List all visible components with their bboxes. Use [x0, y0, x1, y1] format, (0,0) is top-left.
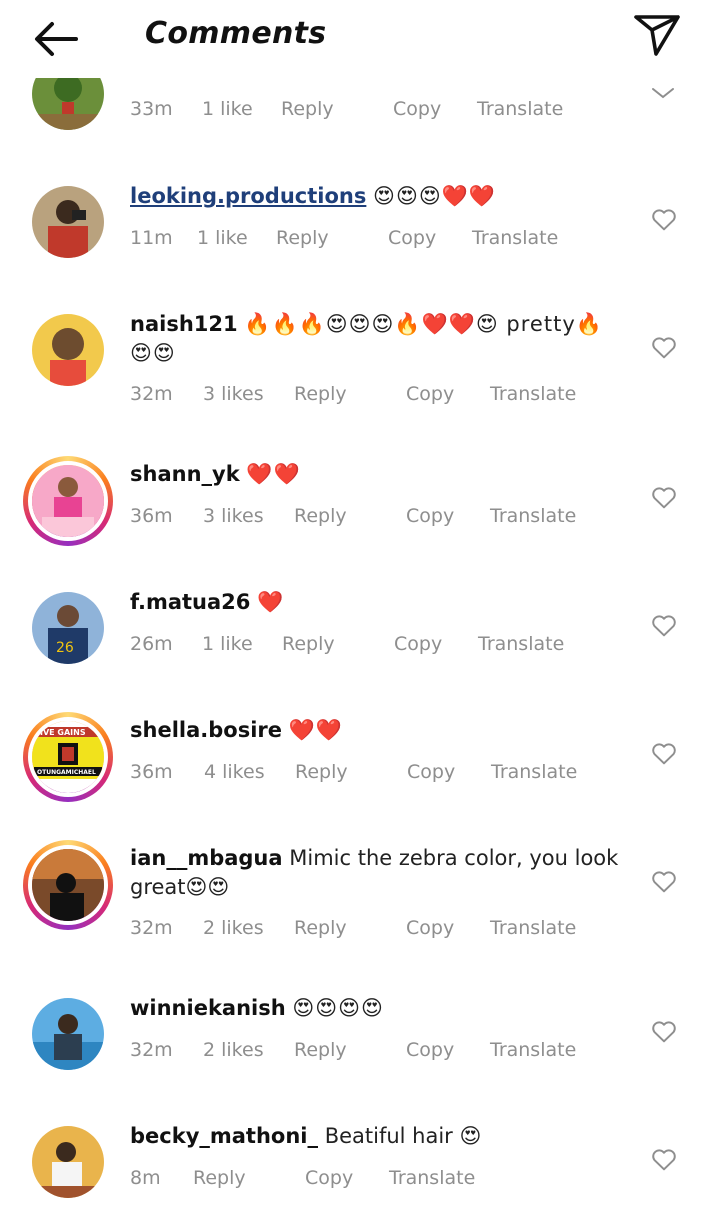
comment-username[interactable]: f.matua26	[130, 590, 250, 614]
avatar[interactable]	[32, 314, 104, 386]
heart-icon[interactable]	[651, 1147, 677, 1171]
chevron-down-icon[interactable]	[650, 86, 676, 100]
comment-item: becky_mathoni_ Beatiful hair 😍 8m Reply …	[0, 1120, 720, 1220]
copy-button[interactable]: Copy	[406, 1039, 454, 1061]
comment-time: 33m	[130, 98, 173, 120]
comment-username[interactable]: shann_yk	[130, 462, 240, 486]
comment-likes[interactable]: 3 likes	[203, 383, 264, 405]
comment-body: 😍😍😍😍	[292, 996, 384, 1020]
avatar[interactable]	[32, 998, 104, 1070]
comment-likes[interactable]: 2 likes	[203, 917, 264, 939]
translate-button[interactable]: Translate	[478, 633, 564, 655]
comment-item: 26 f.matua26 ❤️ 26m 1 like Reply Copy Tr…	[0, 586, 720, 686]
copy-button[interactable]: Copy	[393, 98, 441, 120]
comment-item: leoking.productions 😍😍😍❤️❤️ 11m 1 like R…	[0, 180, 720, 280]
comment-time: 32m	[130, 383, 173, 405]
copy-button[interactable]: Copy	[394, 633, 442, 655]
comment-likes[interactable]: 2 likes	[203, 1039, 264, 1061]
translate-button[interactable]: Translate	[389, 1167, 475, 1189]
avatar[interactable]	[32, 1126, 104, 1198]
avatar[interactable]: 26	[32, 592, 104, 664]
avatar[interactable]	[32, 186, 104, 258]
heart-icon[interactable]	[651, 869, 677, 893]
comment-time: 32m	[130, 917, 173, 939]
copy-button[interactable]: Copy	[407, 761, 455, 783]
top-bar: Comments	[0, 0, 720, 78]
comment-body: ❤️❤️	[246, 462, 301, 486]
comment-time: 8m	[130, 1167, 161, 1189]
comment-username[interactable]: becky_mathoni_	[130, 1124, 318, 1148]
comment-item: ian__mbagua Mimic the zebra color, you l…	[0, 840, 720, 942]
svg-text:26: 26	[56, 640, 74, 656]
comment-time: 36m	[130, 761, 173, 783]
comment-time: 26m	[130, 633, 173, 655]
comment-likes[interactable]: 1 like	[202, 633, 253, 655]
translate-button[interactable]: Translate	[490, 1039, 576, 1061]
comment-text: f.matua26 ❤️	[130, 588, 620, 617]
heart-icon[interactable]	[651, 741, 677, 765]
comment-username[interactable]: naish121	[130, 312, 238, 336]
comment-likes[interactable]: 1 like	[197, 227, 248, 249]
avatar-brand-text: IVE GAINS	[40, 728, 86, 737]
avatar-handle-text: OTUNGAMICHAEL	[37, 769, 96, 776]
avatar-story-ring[interactable]: IVE GAINS OTUNGAMICHAEL	[23, 712, 113, 802]
heart-icon[interactable]	[651, 613, 677, 637]
comment-text: winniekanish 😍😍😍😍	[130, 994, 620, 1023]
avatar-story-ring[interactable]	[23, 840, 113, 930]
reply-button[interactable]: Reply	[294, 1039, 347, 1061]
heart-icon[interactable]	[651, 335, 677, 359]
comment-time: 36m	[130, 505, 173, 527]
comment-text: leoking.productions 😍😍😍❤️❤️	[130, 182, 620, 211]
comments-list[interactable]: 33m 1 like Reply Copy Translate leoking.…	[0, 0, 720, 1225]
translate-button[interactable]: Translate	[490, 505, 576, 527]
comment-likes[interactable]: 4 likes	[204, 761, 265, 783]
reply-button[interactable]: Reply	[294, 505, 347, 527]
comment-item: winniekanish 😍😍😍😍 32m 2 likes Reply Copy…	[0, 992, 720, 1092]
translate-button[interactable]: Translate	[490, 917, 576, 939]
comment-item: shann_yk ❤️❤️ 36m 3 likes Reply Copy Tra…	[0, 456, 720, 558]
copy-button[interactable]: Copy	[406, 917, 454, 939]
translate-button[interactable]: Translate	[472, 227, 558, 249]
heart-icon[interactable]	[651, 207, 677, 231]
comment-body: 😍😍😍❤️❤️	[373, 184, 497, 208]
comment-time: 11m	[130, 227, 173, 249]
arrow-left-icon[interactable]	[30, 18, 82, 60]
comment-username[interactable]: leoking.productions	[130, 184, 366, 208]
reply-button[interactable]: Reply	[193, 1167, 246, 1189]
reply-button[interactable]: Reply	[276, 227, 329, 249]
comment-body: ❤️	[257, 590, 285, 614]
comment-item: IVE GAINS OTUNGAMICHAEL shella.bosire ❤️❤…	[0, 712, 720, 814]
translate-button[interactable]: Translate	[490, 383, 576, 405]
comment-text: naish121 🔥🔥🔥😍😍😍🔥❤️❤️😍 pretty🔥😍😍	[130, 310, 620, 368]
comment-likes[interactable]: 3 likes	[203, 505, 264, 527]
comment-username[interactable]: shella.bosire	[130, 718, 282, 742]
copy-button[interactable]: Copy	[388, 227, 436, 249]
comment-time: 32m	[130, 1039, 173, 1061]
comment-text: ian__mbagua Mimic the zebra color, you l…	[130, 844, 620, 902]
comment-body: Beatiful hair 😍	[324, 1124, 482, 1148]
reply-button[interactable]: Reply	[281, 98, 334, 120]
avatar-story-ring[interactable]	[23, 456, 113, 546]
page-title: Comments	[145, 16, 327, 51]
comment-item: naish121 🔥🔥🔥😍😍😍🔥❤️❤️😍 pretty🔥😍😍 32m 3 li…	[0, 308, 720, 408]
copy-button[interactable]: Copy	[406, 505, 454, 527]
send-paper-plane-icon[interactable]	[632, 12, 682, 58]
reply-button[interactable]: Reply	[282, 633, 335, 655]
reply-button[interactable]: Reply	[294, 383, 347, 405]
heart-icon[interactable]	[651, 485, 677, 509]
copy-button[interactable]: Copy	[305, 1167, 353, 1189]
translate-button[interactable]: Translate	[491, 761, 577, 783]
comment-body: ❤️❤️	[288, 718, 343, 742]
comment-username[interactable]: winniekanish	[130, 996, 286, 1020]
copy-button[interactable]: Copy	[406, 383, 454, 405]
comment-text: shella.bosire ❤️❤️	[130, 716, 620, 745]
comment-text: becky_mathoni_ Beatiful hair 😍	[130, 1122, 620, 1151]
heart-icon[interactable]	[651, 1019, 677, 1043]
reply-button[interactable]: Reply	[295, 761, 348, 783]
reply-button[interactable]: Reply	[294, 917, 347, 939]
translate-button[interactable]: Translate	[477, 98, 563, 120]
comment-text: shann_yk ❤️❤️	[130, 460, 620, 489]
comment-username[interactable]: ian__mbagua	[130, 846, 283, 870]
comment-likes[interactable]: 1 like	[202, 98, 253, 120]
